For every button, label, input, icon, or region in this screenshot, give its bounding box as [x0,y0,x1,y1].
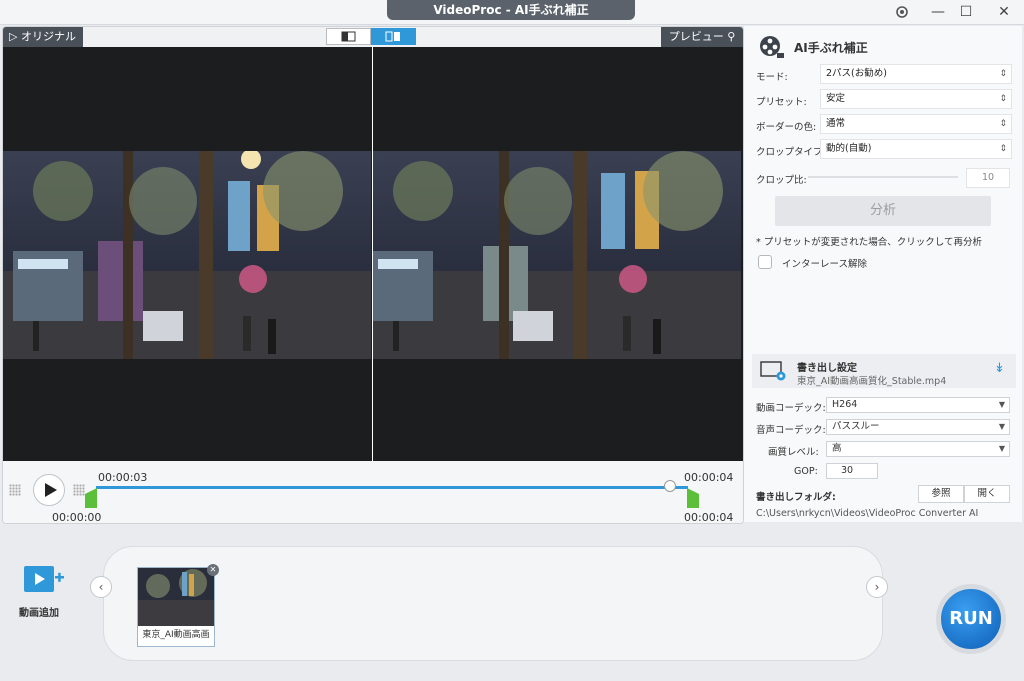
audio-codec-value: パススルー [832,421,880,432]
video-codec-select[interactable]: H264 ▼ [826,397,1010,413]
browse-button[interactable]: 参照 [918,485,964,503]
mode-select[interactable]: 2パス(お勧め) ⇕ [820,64,1012,84]
remove-clip-icon[interactable]: ✕ [207,564,219,576]
window-title: VideoProc - AI手ぶれ補正 [387,0,635,20]
original-tab-label: オリジナル [20,30,76,43]
crop-ratio-input[interactable]: 10 [966,168,1010,188]
add-video-icon[interactable] [22,562,66,598]
end-time-top: 00:00:04 [684,471,734,484]
double-chevron-down-icon[interactable]: ↡ [994,361,1005,376]
preview-panel: ▷ オリジナル プレビュー ⚲ 00:00:03 00:00:04 00:00:… [2,26,744,524]
video-codec-label: 動画コーデック: [756,403,826,414]
updown-icon: ⇕ [999,119,1007,129]
video-screen [3,47,743,461]
audio-codec-select[interactable]: パススルー ▼ [826,419,1010,435]
clip-thumbnail[interactable]: 東京_AI動画高画 [137,567,215,647]
preset-select[interactable]: 安定 ⇕ [820,89,1012,109]
end-time-bottom: 00:00:04 [684,511,734,524]
gop-label: GOP: [794,466,818,477]
clip-name: 東京_AI動画高画 [142,630,210,640]
original-tab[interactable]: ▷ オリジナル [3,27,83,47]
gop-input[interactable]: 30 [826,463,878,479]
split-view-button[interactable] [371,28,416,45]
stabilized-video-frame [373,151,741,359]
preview-tab[interactable]: プレビュー ⚲ [661,27,743,47]
export-folder-path: C:\Users\nrkycn\Videos\VideoProc Convert… [756,508,979,519]
quality-value: 高 [832,443,842,454]
add-video-label[interactable]: 動画追加 [19,604,59,619]
analyze-button[interactable]: 分析 [775,196,991,226]
single-view-button[interactable] [326,28,371,45]
updown-icon: ⇕ [999,94,1007,104]
clip-strip [103,546,883,661]
maximize-icon[interactable]: ☐ [952,2,980,22]
quality-label: 画質レベル: [768,447,819,458]
export-title: 書き出し設定 [797,363,857,374]
crop-type-label: クロップタイプ: [756,147,826,158]
film-reel-icon [758,34,784,60]
audio-codec-label: 音声コーデック: [756,425,826,436]
settings-panel: AI手ぶれ補正 モード: 2パス(お勧め) ⇕ プリセット: 安定 ⇕ ボーダーの色… [744,26,1022,522]
timeline: 00:00:03 00:00:04 00:00:00 00:00:04 [3,461,743,523]
crop-type-select[interactable]: 動的(自動) ⇕ [820,139,1012,159]
view-mode-toggle [326,28,416,45]
scroll-left-button[interactable]: ‹ [90,576,112,598]
split-divider[interactable] [372,47,373,461]
reanalyze-note: * プリセットが変更された場合、クリックして再分析 [756,237,982,248]
right-grip-icon[interactable] [73,484,85,496]
monitor-gear-icon [759,359,787,383]
updown-icon: ⇕ [999,69,1007,79]
export-folder-label: 書き出しフォルダ: [756,492,836,503]
deinterlace-label: インターレース解除 [782,259,868,270]
crop-ratio-label: クロップ比: [756,175,807,186]
clip-bar: 動画追加 ‹ › 東京_AI動画高画 ✕ RUN [0,526,1024,681]
minimize-icon[interactable]: — [924,2,952,22]
preview-tab-label: プレビュー [668,30,724,43]
preset-value: 安定 [826,93,846,104]
border-color-select[interactable]: 通常 ⇕ [820,114,1012,134]
left-grip-icon[interactable] [9,484,21,496]
play-outline-icon: ▷ [9,30,18,43]
crop-type-value: 動的(自動) [826,143,872,154]
trim-start-handle[interactable] [85,488,97,508]
play-button[interactable] [33,474,65,506]
start-time: 00:00:00 [52,511,102,524]
run-button[interactable]: RUN [936,584,1006,654]
border-color-label: ボーダーの色: [756,122,817,133]
crop-ratio-slider[interactable] [808,176,958,178]
stabilize-title: AI手ぶれ補正 [794,41,868,55]
mode-value: 2パス(お勧め) [826,68,887,79]
caret-down-icon: ▼ [998,422,1005,431]
gear-icon[interactable] [888,2,916,22]
close-icon[interactable]: ✕ [990,2,1018,22]
timeline-track[interactable] [96,486,688,489]
video-codec-value: H264 [832,399,858,410]
original-video-frame [3,151,371,359]
updown-icon: ⇕ [999,144,1007,154]
open-folder-button[interactable]: 開く [964,485,1010,503]
scroll-right-button[interactable]: › [866,576,888,598]
current-time: 00:00:03 [98,471,148,484]
caret-down-icon: ▼ [998,444,1005,453]
export-filename: 東京_AI動画高画質化_Stable.mp4 [797,376,947,387]
deinterlace-checkbox[interactable] [758,255,772,269]
trim-end-handle[interactable] [687,488,699,508]
playhead-knob[interactable] [664,480,677,492]
caret-down-icon: ▼ [998,400,1005,409]
quality-select[interactable]: 高 ▼ [826,441,1010,457]
mode-label: モード: [756,72,788,83]
border-color-value: 通常 [826,118,846,129]
preset-label: プリセット: [756,97,807,108]
search-icon: ⚲ [727,30,736,43]
